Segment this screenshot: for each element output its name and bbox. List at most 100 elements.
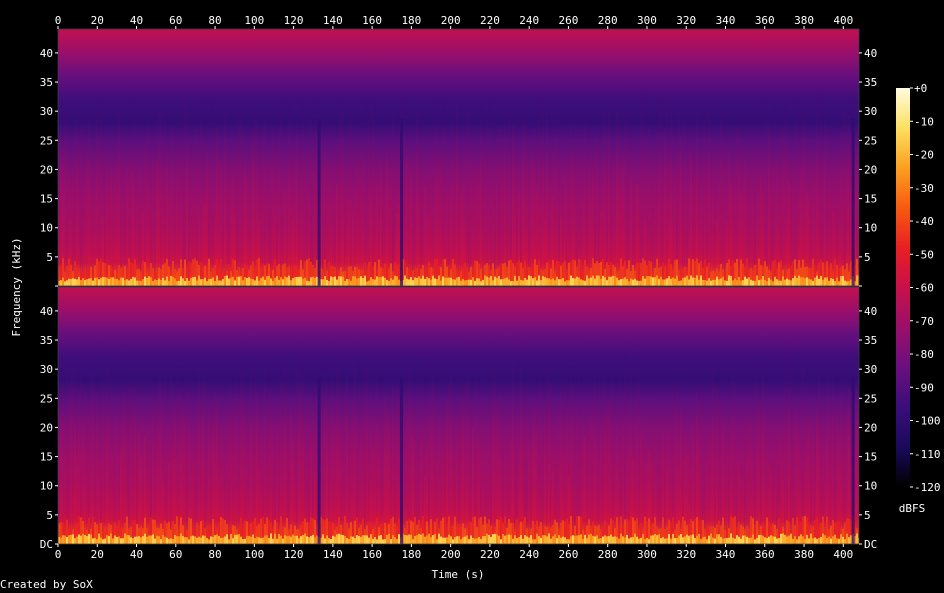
y-tick-label-right: 10 — [864, 480, 877, 493]
x-tick-label-bottom: 0 — [55, 548, 62, 561]
y-tick-label-right: DC — [864, 538, 877, 551]
y-tick-label-left: 20 — [40, 421, 53, 434]
y-tick-label-right: 25 — [864, 392, 877, 405]
y-tick-label-right: 35 — [864, 76, 877, 89]
y-tick-label-left: DC — [40, 538, 53, 551]
x-tick-label-top: 340 — [716, 14, 736, 27]
y-tick-label-left: 30 — [40, 105, 53, 118]
y-tick-label-left: 40 — [40, 47, 53, 60]
x-tick-label-bottom: 360 — [755, 548, 775, 561]
spectrogram-channel-2 — [58, 287, 859, 544]
y-tick-label-left: 15 — [40, 451, 53, 464]
y-tick-label-left: 5 — [46, 251, 53, 264]
y-tick-label-right: 25 — [864, 134, 877, 147]
y-axis-label: Frequency (kHz) — [10, 237, 23, 336]
x-tick-label-bottom: 340 — [716, 548, 736, 561]
created-by-credit: Created by SoX — [0, 578, 93, 591]
y-tick-label-left: 35 — [40, 334, 53, 347]
x-tick-label-top: 60 — [169, 14, 182, 27]
x-tick-label-top: 200 — [441, 14, 461, 27]
colorbar-tick-label: -40 — [914, 215, 934, 228]
colorbar-tick-label: -80 — [914, 348, 934, 361]
colorbar-tick-label: -30 — [914, 182, 934, 195]
silent-gap — [851, 118, 855, 286]
colorbar: +0 -10 -20 -30 -40 -50 -60 -70 -80 -90 -100 -110 -12… — [896, 82, 941, 494]
x-tick-label-bottom: 280 — [598, 548, 618, 561]
x-tick-label-top: 240 — [519, 14, 539, 27]
y-tick-label-right: 30 — [864, 363, 877, 376]
x-tick-label-bottom: 140 — [323, 548, 343, 561]
x-axis-label: Time (s) — [432, 568, 485, 581]
x-tick-label-bottom: 100 — [244, 548, 264, 561]
y-tick-label-left: 35 — [40, 76, 53, 89]
y-tick-label-right: 15 — [864, 451, 877, 464]
x-tick-label-top: 80 — [208, 14, 221, 27]
spectrogram-channel-1 — [58, 29, 859, 286]
silent-gap — [317, 118, 321, 286]
y-tick-label-right: 5 — [864, 251, 871, 264]
colorbar-tick-label: -120 — [914, 481, 941, 494]
x-tick-label-bottom: 60 — [169, 548, 182, 561]
x-tick-label-top: 160 — [362, 14, 382, 27]
colorbar-label: dBFS — [899, 502, 926, 515]
y-tick-label-right: 15 — [864, 193, 877, 206]
x-tick-label-top: 20 — [91, 14, 104, 27]
y-tick-label-right: 40 — [864, 47, 877, 60]
x-tick-label-top: 260 — [559, 14, 579, 27]
x-tick-label-bottom: 380 — [794, 548, 814, 561]
colorbar-tick-label: -50 — [914, 248, 934, 261]
colorbar-tick-label: +0 — [914, 82, 927, 95]
x-tick-label-top: 220 — [480, 14, 500, 27]
x-tick-label-bottom: 80 — [208, 548, 221, 561]
x-tick-label-top: 0 — [55, 14, 62, 27]
y-tick-label-right: 35 — [864, 334, 877, 347]
y-tick-label-right: 40 — [864, 305, 877, 318]
colorbar-tick-label: -110 — [914, 448, 941, 461]
x-tick-label-top: 380 — [794, 14, 814, 27]
x-tick-label-bottom: 180 — [401, 548, 421, 561]
colorbar-tick-label: -70 — [914, 315, 934, 328]
x-tick-label-bottom: 320 — [676, 548, 696, 561]
y-tick-label-left: 40 — [40, 305, 53, 318]
x-tick-label-bottom: 40 — [130, 548, 143, 561]
x-tick-label-top: 140 — [323, 14, 343, 27]
x-tick-label-bottom: 160 — [362, 548, 382, 561]
x-tick-label-top: 280 — [598, 14, 618, 27]
silent-gap — [400, 118, 404, 286]
x-tick-label-top: 320 — [676, 14, 696, 27]
colorbar-tick-label: -10 — [914, 115, 934, 128]
x-tick-label-bottom: 200 — [441, 548, 461, 561]
y-tick-label-right: 20 — [864, 163, 877, 176]
y-tick-label-left: 15 — [40, 193, 53, 206]
x-tick-label-bottom: 20 — [91, 548, 104, 561]
y-tick-label-left: 20 — [40, 163, 53, 176]
x-tick-label-bottom: 120 — [284, 548, 304, 561]
y-tick-label-right: 30 — [864, 105, 877, 118]
y-tick-label-left: 25 — [40, 392, 53, 405]
y-tick-label-right: 10 — [864, 222, 877, 235]
x-tick-label-bottom: 260 — [559, 548, 579, 561]
y-tick-label-left: 10 — [40, 480, 53, 493]
y-tick-label-left: 25 — [40, 134, 53, 147]
x-tick-label-top: 180 — [401, 14, 421, 27]
y-tick-label-right: 20 — [864, 421, 877, 434]
x-tick-label-top: 300 — [637, 14, 657, 27]
colorbar-tick-label: -90 — [914, 381, 934, 394]
x-tick-label-top: 120 — [284, 14, 304, 27]
silent-gap — [851, 376, 855, 544]
spectrogram-chart: 0 0 20 20 40 40 60 60 80 80 100 100 120 120 140 140 160 1… — [10, 14, 941, 581]
colorbar-gradient — [896, 88, 910, 487]
y-tick-label-left: 10 — [40, 222, 53, 235]
x-tick-label-bottom: 240 — [519, 548, 539, 561]
y-tick-label-left: 30 — [40, 363, 53, 376]
x-tick-label-bottom: 400 — [833, 548, 853, 561]
x-tick-label-top: 400 — [833, 14, 853, 27]
x-tick-label-top: 360 — [755, 14, 775, 27]
x-tick-label-top: 40 — [130, 14, 143, 27]
y-tick-label-left: 5 — [46, 509, 53, 522]
colorbar-tick-label: -100 — [914, 415, 941, 428]
x-tick-label-bottom: 220 — [480, 548, 500, 561]
x-tick-label-bottom: 300 — [637, 548, 657, 561]
silent-gap — [400, 376, 404, 544]
silent-gap — [317, 376, 321, 544]
